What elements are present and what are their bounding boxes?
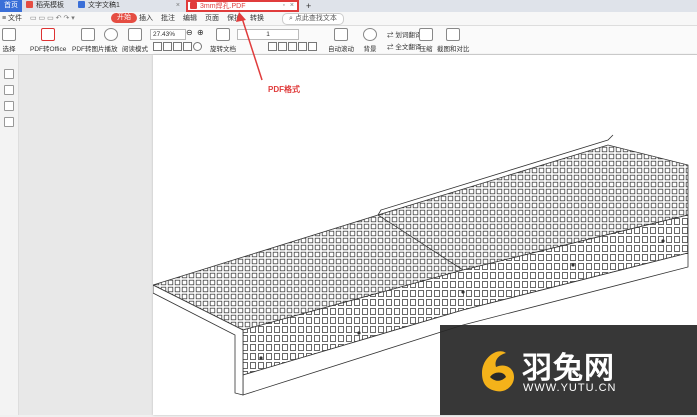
annotation-label: PDF格式	[268, 85, 300, 94]
yutu-logo-icon	[482, 351, 514, 392]
watermark: 羽兔网 WWW.YUTU.CN	[440, 325, 697, 415]
